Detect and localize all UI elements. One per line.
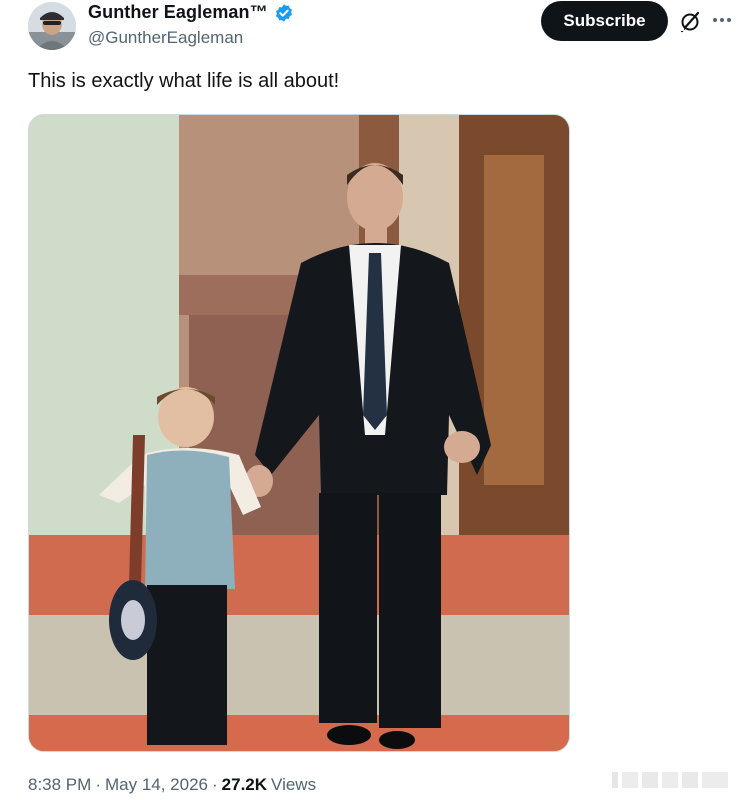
meta-separator: · (95, 775, 101, 794)
tweet-time[interactable]: 8:38 PM (28, 775, 91, 795)
tweet-date[interactable]: May 14, 2026 (105, 775, 208, 795)
views-count: 27.2K (221, 775, 268, 794)
avatar-image (28, 2, 76, 50)
meta-separator: · (212, 775, 218, 794)
avatar[interactable] (28, 2, 76, 50)
author-name-row[interactable]: Gunther Eagleman™ (88, 2, 294, 23)
more-icon[interactable] (710, 8, 734, 32)
tweet: Gunther Eagleman™ @GuntherEagleman Subsc… (0, 0, 738, 800)
author-display-name[interactable]: Gunther Eagleman™ (88, 2, 268, 23)
photo-illustration (29, 115, 569, 751)
grok-icon[interactable] (678, 10, 702, 34)
tweet-meta: 8:38 PM · May 14, 2026 · 27.2K Views (28, 775, 316, 795)
author-handle[interactable]: @GuntherEagleman (88, 28, 243, 48)
views-label: Views (271, 775, 317, 794)
tweet-photo[interactable] (28, 114, 570, 752)
watermark-graphic (612, 772, 728, 788)
subscribe-button[interactable]: Subscribe (541, 1, 668, 41)
tweet-text: This is exactly what life is all about! (28, 70, 340, 92)
verified-badge-icon (274, 3, 294, 23)
